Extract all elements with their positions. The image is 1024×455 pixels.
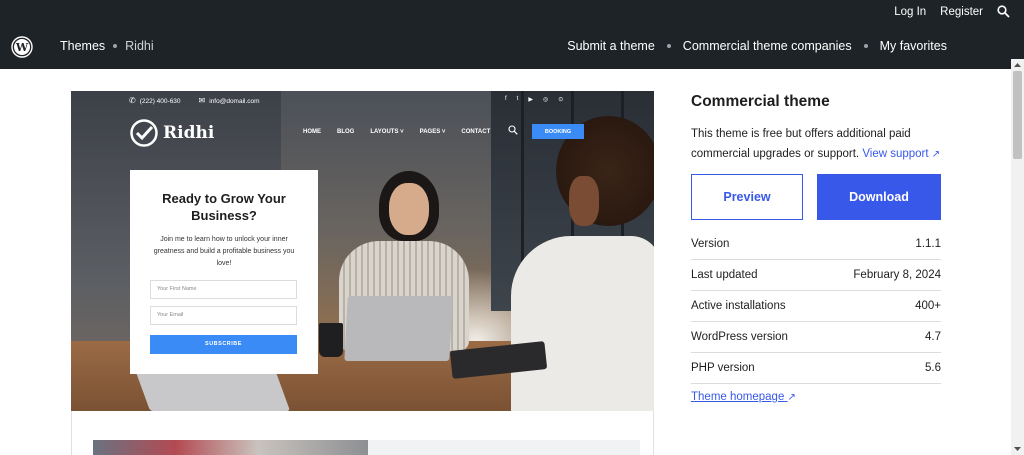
meta-label: Version — [691, 238, 730, 250]
login-link[interactable]: Log In — [894, 6, 926, 18]
hero-photo-mug — [319, 323, 343, 357]
register-link[interactable]: Register — [940, 6, 983, 18]
hero-photo-person-face — [389, 183, 429, 235]
preview-email-field: Your Email — [150, 306, 297, 325]
download-button[interactable]: Download — [817, 174, 941, 220]
preview-email: ✉ info@domail.com — [199, 96, 260, 105]
preview-nav-pages: PAGES ˅ — [419, 129, 446, 135]
scroll-down-icon[interactable] — [1011, 443, 1024, 455]
preview-nav: HOME BLOG LAYOUTS ˅ PAGES ˅ CONTACT — [303, 129, 490, 135]
breadcrumb-separator — [113, 44, 118, 48]
theme-screenshot: ✆ (222) 400-630 ✉ info@domail.com f t ▶ ◎ … — [71, 91, 654, 411]
preview-card-text: Join me to learn how to unlock your inne… — [153, 236, 295, 267]
theme-sidebar: Commercial theme This theme is free but … — [691, 93, 941, 403]
preview-card-title: Ready to Grow Your Business? — [162, 191, 286, 223]
meta-value: 4.7 — [925, 331, 941, 343]
theme-meta-list: Version 1.1.1 Last updated February 8, 2… — [691, 229, 941, 384]
preview-nav-contact: CONTACT — [461, 129, 491, 135]
preview-contact-bar: ✆ (222) 400-630 ✉ info@domail.com — [129, 96, 260, 105]
commercial-theme-description: This theme is free but offers additional… — [691, 124, 941, 165]
meta-label: Last updated — [691, 269, 758, 281]
user-links: Log In Register — [894, 5, 1010, 18]
preview-button[interactable]: Preview — [691, 174, 803, 220]
instagram-icon: ◎ — [542, 97, 549, 103]
mail-icon: ✉ — [198, 96, 206, 105]
nav-commercial-companies[interactable]: Commercial theme companies — [683, 39, 852, 53]
meta-value: February 8, 2024 — [853, 269, 941, 281]
preview-nav-layouts: LAYOUTS ˅ — [370, 129, 404, 135]
meta-value: 1.1.1 — [915, 238, 941, 250]
youtube-icon: ▶ — [528, 97, 533, 103]
content-below-screenshot — [71, 411, 654, 455]
nav-my-favorites[interactable]: My favorites — [880, 39, 947, 53]
meta-value: 5.6 — [925, 362, 941, 374]
meta-row-php-version: PHP version 5.6 — [691, 353, 941, 384]
hero-photo-person-2-face — [569, 176, 599, 226]
action-buttons: Preview Download — [691, 174, 941, 220]
commercial-theme-heading: Commercial theme — [691, 93, 830, 110]
external-link-icon: ↗ — [931, 149, 941, 160]
preview-nav-blog: BLOG — [337, 129, 355, 135]
checkmark-logo-icon — [130, 119, 158, 147]
nav-separator — [863, 44, 868, 48]
page-scrollbar[interactable] — [1011, 59, 1024, 455]
facebook-icon: f — [505, 96, 507, 102]
view-support-link[interactable]: View support ↗ — [862, 148, 940, 160]
theme-pattern-image-2 — [368, 440, 640, 455]
phone-icon: ✆ — [129, 96, 136, 105]
search-icon[interactable] — [997, 5, 1010, 18]
global-header: Log In Register W Themes Ridhi Submit a … — [0, 0, 1024, 69]
svg-text:W: W — [15, 41, 29, 54]
preview-booking-button: BOOKING — [532, 124, 584, 139]
hero-photo-person-2 — [511, 236, 654, 411]
nav-separator — [666, 44, 671, 48]
preview-phone-text: (222) 400-630 — [139, 98, 181, 105]
breadcrumb: Themes Ridhi — [60, 39, 154, 53]
meta-label: PHP version — [691, 362, 755, 374]
hero-photo-laptop — [344, 296, 453, 361]
preview-social-icons: f t ▶ ◎ ⊙ — [505, 96, 563, 103]
meta-row-version: Version 1.1.1 — [691, 229, 941, 260]
preview-email-text: info@domail.com — [209, 98, 260, 105]
meta-row-last-updated: Last updated February 8, 2024 — [691, 260, 941, 291]
scrollbar-thumb[interactable] — [1013, 71, 1022, 159]
pinterest-icon: ⊙ — [558, 97, 564, 103]
meta-value: 400+ — [915, 300, 941, 312]
meta-row-wp-version: WordPress version 4.7 — [691, 322, 941, 353]
breadcrumb-themes[interactable]: Themes — [60, 39, 105, 53]
theme-homepage-link[interactable]: Theme homepage ↗ — [691, 391, 796, 403]
meta-label: Active installations — [691, 300, 786, 312]
external-link-icon: ↗ — [787, 392, 796, 403]
theme-pattern-image — [93, 440, 368, 455]
twitter-icon: t — [516, 96, 519, 102]
preview-nav-home: HOME — [303, 129, 321, 135]
scroll-up-icon[interactable] — [1011, 59, 1024, 71]
preview-logo: Ridhi — [129, 118, 214, 148]
preview-logo-text: Ridhi — [163, 123, 215, 143]
preview-subscribe-button: SUBSCRIBE — [150, 335, 297, 354]
meta-label: WordPress version — [691, 331, 788, 343]
wordpress-logo-icon[interactable]: W — [11, 36, 33, 58]
preview-first-name-field: Your First Name — [150, 280, 297, 299]
nav-submit-theme[interactable]: Submit a theme — [567, 39, 655, 53]
preview-search-icon — [508, 125, 518, 135]
meta-row-active-installs: Active installations 400+ — [691, 291, 941, 322]
preview-phone: ✆ (222) 400-630 — [129, 96, 181, 105]
breadcrumb-current: Ridhi — [125, 39, 154, 53]
view-support-label: View support — [862, 148, 929, 160]
theme-homepage-label: Theme homepage — [691, 391, 785, 403]
preview-signup-card: Ready to Grow Your Business? Join me to … — [130, 170, 318, 374]
main-nav: Submit a theme Commercial theme companie… — [567, 39, 947, 53]
